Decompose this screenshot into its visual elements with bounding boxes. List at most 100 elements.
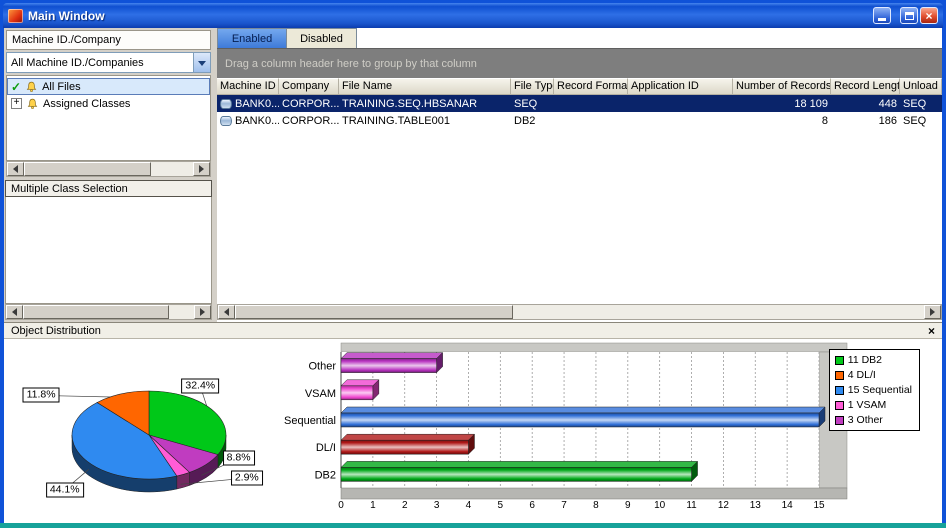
x-tick-label: 8 <box>593 500 599 511</box>
column-header-file-type[interactable]: File Type <box>511 78 554 95</box>
pie-percent-label-db2: 32.4% <box>181 379 219 394</box>
column-header-unload[interactable]: Unload I... <box>900 78 942 95</box>
scrollbar-track[interactable] <box>23 305 194 319</box>
cell-record-format <box>554 95 628 112</box>
bell-icon <box>26 97 39 111</box>
legend-label: 3 Other <box>848 414 883 426</box>
scroll-right-button[interactable] <box>194 305 211 319</box>
scrollbar-track[interactable] <box>24 162 193 176</box>
x-tick-label: 13 <box>750 500 762 511</box>
pie-percent-label-other: 8.8% <box>223 451 255 466</box>
scroll-left-button[interactable] <box>218 305 235 319</box>
scroll-left-button[interactable] <box>6 305 23 319</box>
column-header-file-name[interactable]: File Name <box>339 78 511 95</box>
cell-unload: SEQ <box>900 112 942 129</box>
column-header-record-format[interactable]: Record Format <box>554 78 628 95</box>
table-row[interactable]: BANK0...CORPOR...TRAINING.SEQ.HBSANARSEQ… <box>217 95 942 112</box>
maximize-button[interactable] <box>900 7 918 24</box>
window-controls: × <box>873 7 938 24</box>
x-tick-label: 11 <box>686 500 697 511</box>
combobox-value: All Machine ID./Companies <box>11 57 144 69</box>
x-tick-label: 6 <box>529 500 535 511</box>
x-tick-label: 1 <box>370 500 376 511</box>
tree-item-assigned-classes[interactable]: + Assigned Classes <box>7 95 210 112</box>
chart-area: 32.4%8.8%2.9%44.1%11.8% 0123456789101112… <box>4 339 942 523</box>
x-tick-label: 5 <box>498 500 504 511</box>
legend-item: 15 Sequential <box>835 384 912 396</box>
legend-label: 1 VSAM <box>848 399 887 411</box>
bar-top-face <box>341 353 443 359</box>
close-icon: × <box>925 10 932 22</box>
legend-swatch <box>835 401 844 410</box>
cell-file-name: TRAINING.TABLE001 <box>339 112 511 129</box>
table-row[interactable]: BANK0...CORPOR...TRAINING.TABLE001DB2818… <box>217 112 942 129</box>
x-tick-label: 9 <box>625 500 631 511</box>
column-header-application-id[interactable]: Application ID <box>628 78 733 95</box>
scrollbar-track[interactable] <box>235 305 924 319</box>
x-tick-label: 4 <box>466 500 472 511</box>
arrow-left-icon <box>220 308 229 316</box>
grid-body: BANK0...CORPOR...TRAINING.SEQ.HBSANARSEQ… <box>217 95 942 304</box>
tab-enabled[interactable]: Enabled <box>217 28 287 48</box>
class-horizontal-scrollbar[interactable] <box>5 304 212 320</box>
minimize-button[interactable] <box>873 7 891 24</box>
pie-percent-label-sequential: 44.1% <box>46 482 84 497</box>
legend-swatch <box>835 416 844 425</box>
scrollbar-thumb[interactable] <box>235 305 513 319</box>
cell-company: CORPOR... <box>279 95 339 112</box>
expand-plus-icon[interactable]: + <box>11 98 22 109</box>
arrow-right-icon <box>200 308 209 316</box>
close-button[interactable]: × <box>920 7 938 24</box>
panel-close-icon[interactable]: × <box>928 325 935 337</box>
cell-record-format <box>554 112 628 129</box>
cell-file-type: DB2 <box>511 112 554 129</box>
legend-swatch <box>835 371 844 380</box>
cell-application-id <box>628 112 733 129</box>
bar-sequential: Sequential <box>284 407 825 427</box>
column-header-number-of-records[interactable]: Number of Records <box>733 78 831 95</box>
legend-item: 4 DL/I <box>835 369 912 381</box>
bar-body <box>341 440 468 454</box>
x-tick-label: 7 <box>561 500 567 511</box>
cell-number-of-records: 8 <box>733 112 831 129</box>
bar-body <box>341 467 692 481</box>
scrollbar-thumb[interactable] <box>24 162 151 176</box>
legend-item: 11 DB2 <box>835 354 912 366</box>
category-label: VSAM <box>305 388 336 400</box>
combobox-dropdown-button[interactable] <box>193 53 210 72</box>
multiple-class-selection-panel[interactable] <box>5 197 212 304</box>
grid-horizontal-scrollbar[interactable] <box>217 304 942 320</box>
category-label: DL/I <box>316 442 336 454</box>
pie-percent-label-vsam: 2.9% <box>231 471 263 486</box>
bar-db2: DB2 <box>315 461 698 481</box>
machine-company-combobox[interactable]: All Machine ID./Companies <box>6 52 211 73</box>
column-header-machine-id[interactable]: Machine ID <box>217 78 279 95</box>
legend-label: 4 DL/I <box>848 369 876 381</box>
chart-legend: 11 DB2 4 DL/I 15 Sequential 1 VSAM 3 Other <box>829 349 920 431</box>
legend-swatch <box>835 356 844 365</box>
tab-disabled[interactable]: Disabled <box>287 28 357 48</box>
tree-horizontal-scrollbar[interactable] <box>6 161 211 177</box>
arrow-right-icon <box>930 308 939 316</box>
main-area: Machine ID./Company All Machine ID./Comp… <box>4 28 942 322</box>
tree-item-all-files[interactable]: ✓ All Files <box>7 78 210 95</box>
scrollbar-thumb[interactable] <box>23 305 169 319</box>
category-label: DB2 <box>315 469 336 481</box>
arrow-left-icon <box>9 165 18 173</box>
chart-floor <box>341 488 847 499</box>
scroll-right-button[interactable] <box>924 305 941 319</box>
pie-percent-label-dl-i: 11.8% <box>23 388 60 403</box>
scroll-left-button[interactable] <box>7 162 24 176</box>
legend-item: 1 VSAM <box>835 399 912 411</box>
scroll-right-button[interactable] <box>193 162 210 176</box>
column-header-record-length[interactable]: Record Length <box>831 78 900 95</box>
file-tree: ✓ All Files + Assigned Classes <box>6 75 211 161</box>
legend-label: 11 DB2 <box>848 354 882 366</box>
group-by-bar[interactable]: Drag a column header here to group by th… <box>217 48 942 78</box>
bar-dl-i: DL/I <box>316 434 475 454</box>
column-header-company[interactable]: Company <box>279 78 339 95</box>
chevron-down-icon <box>198 61 206 70</box>
x-tick-label: 3 <box>434 500 440 511</box>
window-title: Main Window <box>28 9 105 23</box>
file-grid-panel: Enabled Disabled Drag a column header he… <box>217 28 942 322</box>
